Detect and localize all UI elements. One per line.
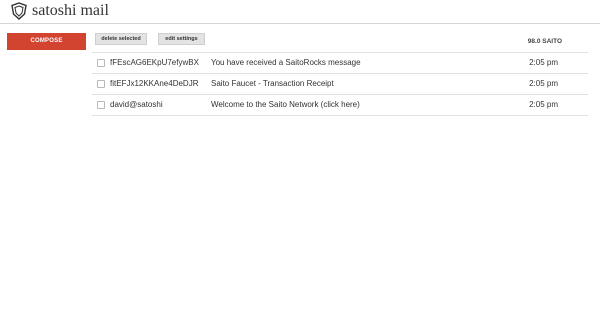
- message-row[interactable]: fFEscAG6EKpU7efywBX You have received a …: [92, 52, 588, 73]
- balance-display: 98.0 SAITO: [527, 38, 562, 45]
- message-checkbox[interactable]: [97, 101, 105, 109]
- message-checkbox[interactable]: [97, 80, 105, 88]
- edit-settings-button[interactable]: edit settings: [158, 33, 205, 45]
- message-subject[interactable]: Saito Faucet - Transaction Receipt: [211, 79, 334, 88]
- message-list: fFEscAG6EKpU7efywBX You have received a …: [92, 52, 588, 116]
- message-time: 2:05 pm: [529, 100, 558, 109]
- message-row[interactable]: fitEFJx12KKAne4DeDJR Saito Faucet - Tran…: [92, 73, 588, 94]
- delete-selected-button[interactable]: delete selected: [95, 33, 147, 45]
- message-row[interactable]: david@satoshi Welcome to the Saito Netwo…: [92, 94, 588, 116]
- app-title: satoshi mail: [32, 2, 109, 19]
- message-from: david@satoshi: [110, 100, 163, 109]
- message-from: fitEFJx12KKAne4DeDJR: [110, 79, 199, 88]
- app-header: satoshi mail: [0, 0, 600, 24]
- message-checkbox[interactable]: [97, 59, 105, 67]
- compose-button[interactable]: COMPOSE: [7, 33, 86, 50]
- message-time: 2:05 pm: [529, 79, 558, 88]
- message-subject[interactable]: You have received a SaitoRocks message: [211, 58, 361, 67]
- message-time: 2:05 pm: [529, 58, 558, 67]
- saito-shield-icon: [11, 2, 27, 20]
- message-subject[interactable]: Welcome to the Saito Network (click here…: [211, 100, 360, 109]
- message-from: fFEscAG6EKpU7efywBX: [110, 58, 199, 67]
